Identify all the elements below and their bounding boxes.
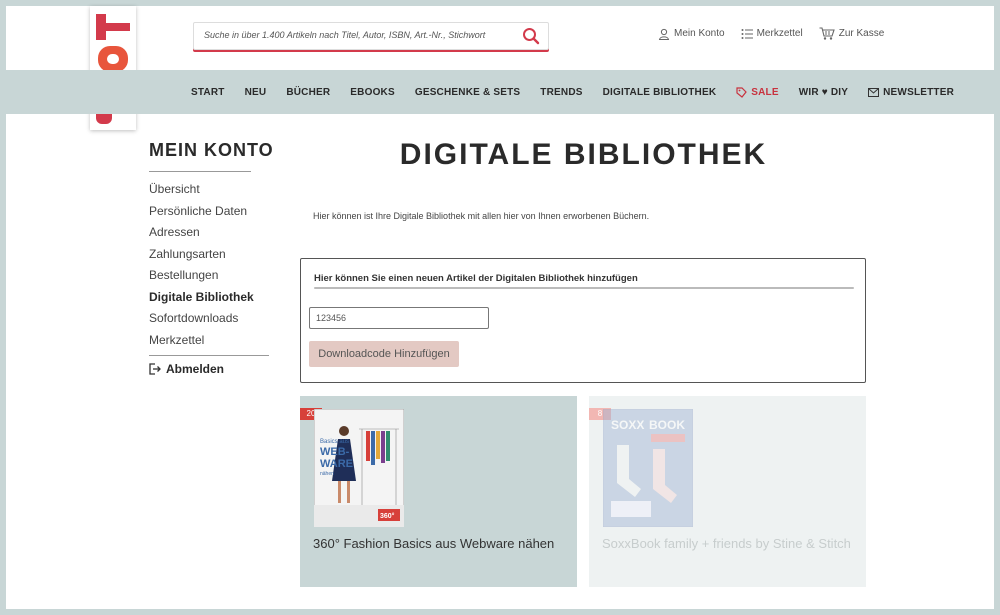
sidebar-item-sofortdownloads[interactable]: Sofortdownloads: [149, 309, 254, 331]
nav-item-digitale-bibliothek[interactable]: DIGITALE BIBLIOTHEK: [603, 87, 717, 98]
top-links: Mein Konto Merkzettel Zur Kasse: [658, 27, 884, 40]
book-card[interactable]: 8 SOXX BOOK SoxxBook family + friends by…: [589, 396, 866, 587]
sidebar-title: MEIN KONTO: [149, 140, 274, 160]
account-link[interactable]: Mein Konto: [658, 27, 725, 40]
nav-item-trends[interactable]: TRENDS: [540, 87, 582, 98]
cover-text: 360°: [380, 512, 395, 520]
sidebar-item-uebersicht[interactable]: Übersicht: [149, 180, 254, 202]
cover-text: nähen: [320, 471, 334, 477]
cover-text: SOXX: [611, 418, 644, 432]
sidebar-item-digitale-bibliothek[interactable]: Digitale Bibliothek: [149, 288, 254, 310]
search-input[interactable]: [194, 23, 524, 47]
add-article-box: Hier können Sie einen neuen Artikel der …: [300, 258, 866, 383]
nav-label: SALE: [751, 87, 779, 98]
list-icon: [741, 28, 753, 39]
sidebar-item-bestellungen[interactable]: Bestellungen: [149, 266, 254, 288]
cover-text: WARE: [320, 458, 353, 470]
sidebar-divider: [149, 171, 251, 172]
nav-item-geschenke[interactable]: GESCHENKE & SETS: [415, 87, 520, 98]
cover-text: Basics aus: [320, 439, 349, 445]
search-icon[interactable]: [522, 27, 540, 45]
nav-item-sale[interactable]: SALE: [736, 87, 779, 98]
nav-label: EBOOKS: [350, 87, 395, 98]
nav-label: START: [191, 87, 225, 98]
nav-item-neu[interactable]: NEU: [245, 87, 267, 98]
nav-item-ebooks[interactable]: EBOOKS: [350, 87, 395, 98]
nav-label: BÜCHER: [286, 87, 331, 98]
logout-icon: [149, 363, 161, 375]
nav-item-start[interactable]: START: [191, 87, 225, 98]
nav-label: GESCHENKE & SETS: [414, 87, 521, 98]
sidebar-item-adressen[interactable]: Adressen: [149, 223, 254, 245]
download-code-input[interactable]: [309, 307, 489, 329]
logo-letter-t: [96, 14, 130, 40]
book-cover-image: Basics aus WEB- WARE nähen 360°: [314, 409, 404, 527]
sidebar-item-zahlungsarten[interactable]: Zahlungsarten: [149, 245, 254, 267]
checkout-link[interactable]: Zur Kasse: [819, 27, 885, 40]
sidebar-divider: [149, 355, 269, 356]
nav-label: TRENDS: [540, 87, 583, 98]
nav-item-newsletter[interactable]: NEWSLETTER: [868, 87, 954, 98]
cover-text: WEB-: [320, 446, 350, 458]
wishlist-link[interactable]: Merkzettel: [741, 27, 803, 40]
user-icon: [658, 28, 670, 40]
nav-item-buecher[interactable]: BÜCHER: [286, 87, 330, 98]
book-title: SoxxBook family + friends by Stine & Sti…: [602, 536, 851, 551]
cart-icon: [819, 27, 835, 40]
add-download-code-button[interactable]: Downloadcode Hinzufügen: [309, 341, 459, 367]
nav-label: NEU: [244, 87, 267, 98]
logo-letter-o: [98, 46, 128, 72]
account-link-label: Mein Konto: [674, 28, 725, 39]
page-title: DIGITALE BIBLIOTHEK: [399, 138, 768, 171]
mail-icon: [868, 88, 880, 97]
sidebar-menu: Übersicht Persönliche Daten Adressen Zah…: [149, 180, 254, 352]
add-article-divider: [314, 287, 854, 289]
logout-label: Abmelden: [166, 362, 225, 376]
cover-text: BOOK: [649, 418, 685, 432]
add-article-title: Hier können Sie einen neuen Artikel der …: [314, 273, 638, 284]
book-title: 360° Fashion Basics aus Webware nähen: [313, 536, 555, 551]
wishlist-link-label: Merkzettel: [756, 28, 803, 39]
book-cover-image: SOXX BOOK: [603, 409, 693, 527]
sidebar-item-persoenliche-daten[interactable]: Persönliche Daten: [149, 202, 254, 224]
nav-label: DIGITALE BIBLIOTHEK: [602, 87, 717, 98]
checkout-link-label: Zur Kasse: [838, 28, 885, 39]
nav-item-wir-diy[interactable]: WIR ♥ DIY: [799, 87, 848, 98]
nav-label: NEWSLETTER: [883, 87, 955, 98]
tag-icon: [736, 87, 748, 98]
nav-label: WIR ♥ DIY: [798, 87, 849, 98]
book-card[interactable]: 20 Basics aus WEB- WARE nähen 360° 360° …: [300, 396, 577, 587]
search-bar: [193, 22, 549, 50]
logout-link[interactable]: Abmelden: [149, 362, 224, 376]
intro-text: Hier können ist Ihre Digitale Bibliothek…: [313, 211, 650, 221]
sidebar-item-merkzettel[interactable]: Merkzettel: [149, 331, 254, 353]
main-nav: START NEU BÜCHER EBOOKS GESCHENKE & SETS…: [191, 87, 954, 98]
